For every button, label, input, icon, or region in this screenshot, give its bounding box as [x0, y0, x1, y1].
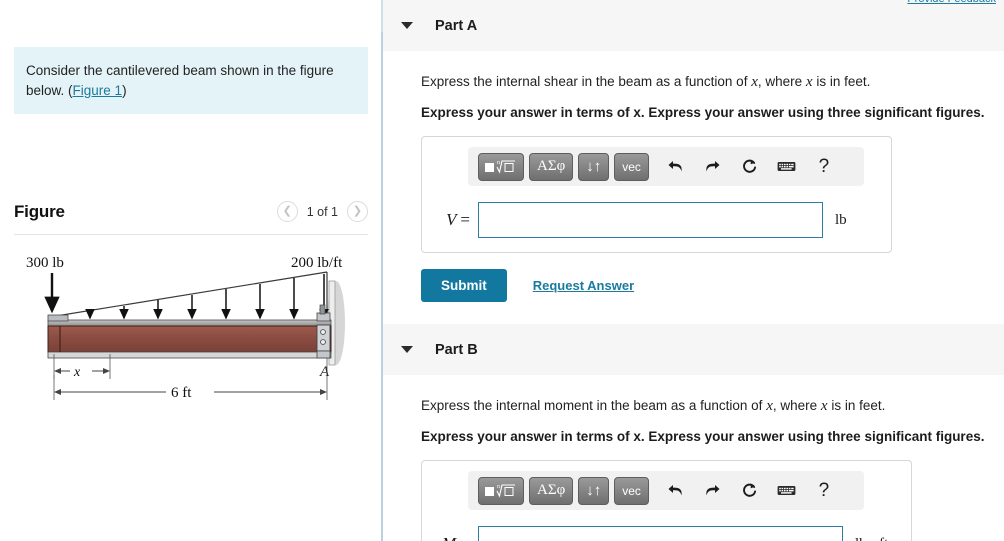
- answer-panel: Provide Feedback Part A Express the inte…: [383, 0, 1004, 541]
- figure-navigation: ❮ 1 of 1 ❯: [276, 201, 368, 223]
- problem-statement: Consider the cantilevered beam shown in …: [14, 47, 368, 115]
- part-b-unit-label: lb · ft: [843, 536, 901, 541]
- part-b-title: Part B: [435, 341, 478, 358]
- part-a-body: Express the internal shear in the beam a…: [383, 74, 1004, 302]
- redo-arrow-icon[interactable]: [698, 153, 728, 181]
- greek-letters-button[interactable]: ΑΣφ: [529, 476, 574, 505]
- instruction-pre: Express your answer in terms of: [421, 105, 634, 120]
- figure-1-link[interactable]: Figure 1: [73, 83, 123, 98]
- redo-arrow-icon[interactable]: [698, 477, 728, 505]
- question-var-x: x: [751, 74, 758, 90]
- vector-button[interactable]: vec: [614, 476, 649, 505]
- problem-statement-close-paren: ): [122, 82, 127, 98]
- part-a-answer-input[interactable]: [478, 202, 823, 238]
- vector-button[interactable]: vec: [614, 152, 649, 181]
- question-var-x2: x: [805, 74, 813, 90]
- undo-arrow-icon[interactable]: [661, 153, 691, 181]
- question-text-pre: Express the internal shear in the beam a…: [421, 74, 752, 89]
- undo-arrow-icon[interactable]: [661, 477, 691, 505]
- svg-text:6 ft: 6 ft: [171, 385, 192, 401]
- math-template-button[interactable]: n: [478, 476, 524, 505]
- caret-down-icon[interactable]: [401, 346, 413, 353]
- variable-v: V: [446, 210, 457, 229]
- question-text-post: is in feet.: [827, 398, 886, 413]
- part-a-unit-label: lb: [835, 211, 847, 228]
- keyboard-icon[interactable]: [772, 153, 802, 181]
- help-button[interactable]: ?: [809, 153, 839, 181]
- part-b-answer-input[interactable]: [478, 526, 843, 541]
- greek-letters-button[interactable]: ΑΣφ: [529, 152, 574, 181]
- keyboard-icon[interactable]: [772, 477, 802, 505]
- request-answer-link[interactable]: Request Answer: [533, 278, 634, 293]
- instruction-pre: Express your answer in terms of: [421, 429, 634, 444]
- part-a-title: Part A: [435, 17, 478, 34]
- part-a-question: Express the internal shear in the beam a…: [421, 74, 1004, 91]
- part-b-question: Express the internal moment in the beam …: [421, 398, 1004, 415]
- part-b-instruction: Express your answer in terms of x. Expre…: [421, 429, 1004, 444]
- part-a-answer-box: n ΑΣφ ↓↑ vec ? V = lb: [421, 136, 892, 253]
- svg-text:x: x: [73, 365, 81, 380]
- instruction-var-x: x: [633, 105, 641, 120]
- chevron-left-icon[interactable]: ❮: [276, 201, 298, 223]
- chevron-right-icon[interactable]: ❯: [347, 201, 368, 223]
- beam-diagram[interactable]: 300 lb 200 lb/ft A x 6 ft: [14, 245, 368, 475]
- part-a-header[interactable]: Part A: [383, 0, 1004, 52]
- reset-circle-icon[interactable]: [735, 477, 765, 505]
- reset-circle-icon[interactable]: [735, 153, 765, 181]
- part-a-actions: Submit Request Answer: [421, 269, 1004, 302]
- problem-page: Consider the cantilevered beam shown in …: [0, 0, 1004, 541]
- part-b-header[interactable]: Part B: [383, 324, 1004, 376]
- svg-text:200 lb/ft: 200 lb/ft: [291, 255, 343, 271]
- question-text-mid: , where: [772, 398, 821, 413]
- figure-counter: 1 of 1: [306, 204, 338, 219]
- updown-arrows-button[interactable]: ↓↑: [578, 152, 610, 181]
- question-var-x2: x: [820, 398, 828, 414]
- question-text-post: is in feet.: [812, 74, 871, 89]
- part-b-variable-label: M =: [432, 534, 478, 541]
- question-text-mid: , where: [757, 74, 806, 89]
- caret-down-icon[interactable]: [401, 22, 413, 29]
- part-b-body: Express the internal moment in the beam …: [383, 398, 1004, 541]
- svg-text:n: n: [497, 160, 500, 166]
- part-b-answer-box: n ΑΣφ ↓↑ vec ?: [421, 460, 912, 541]
- svg-text:A: A: [319, 364, 330, 380]
- equals-sign: =: [460, 534, 470, 541]
- question-text-pre: Express the internal moment in the beam …: [421, 398, 767, 413]
- help-button[interactable]: ?: [809, 477, 839, 505]
- figure-panel: Consider the cantilevered beam shown in …: [0, 0, 383, 541]
- math-template-button[interactable]: n: [478, 152, 524, 181]
- provide-feedback-link[interactable]: Provide Feedback: [907, 0, 996, 5]
- svg-text:n: n: [497, 484, 500, 490]
- instruction-post: . Express your answer using three signif…: [640, 105, 985, 120]
- part-a-instruction: Express your answer in terms of x. Expre…: [421, 105, 1004, 120]
- figure-header: Figure ❮ 1 of 1 ❯: [14, 201, 368, 236]
- figure-panel-title: Figure: [14, 201, 65, 221]
- part-a-input-row: V = lb: [432, 202, 881, 238]
- instruction-var-x: x: [633, 429, 641, 444]
- part-b-input-row: M = lb · ft: [432, 526, 901, 541]
- question-var-x: x: [766, 398, 773, 414]
- equals-sign: =: [460, 210, 470, 229]
- part-a-math-toolbar: n ΑΣφ ↓↑ vec ?: [468, 147, 864, 186]
- instruction-post: . Express your answer using three signif…: [640, 429, 985, 444]
- updown-arrows-button[interactable]: ↓↑: [578, 476, 610, 505]
- part-b-math-toolbar: n ΑΣφ ↓↑ vec ?: [468, 471, 864, 510]
- svg-text:300 lb: 300 lb: [26, 255, 64, 271]
- variable-m: M: [442, 534, 456, 541]
- submit-button[interactable]: Submit: [421, 269, 507, 302]
- part-a-variable-label: V =: [432, 210, 478, 230]
